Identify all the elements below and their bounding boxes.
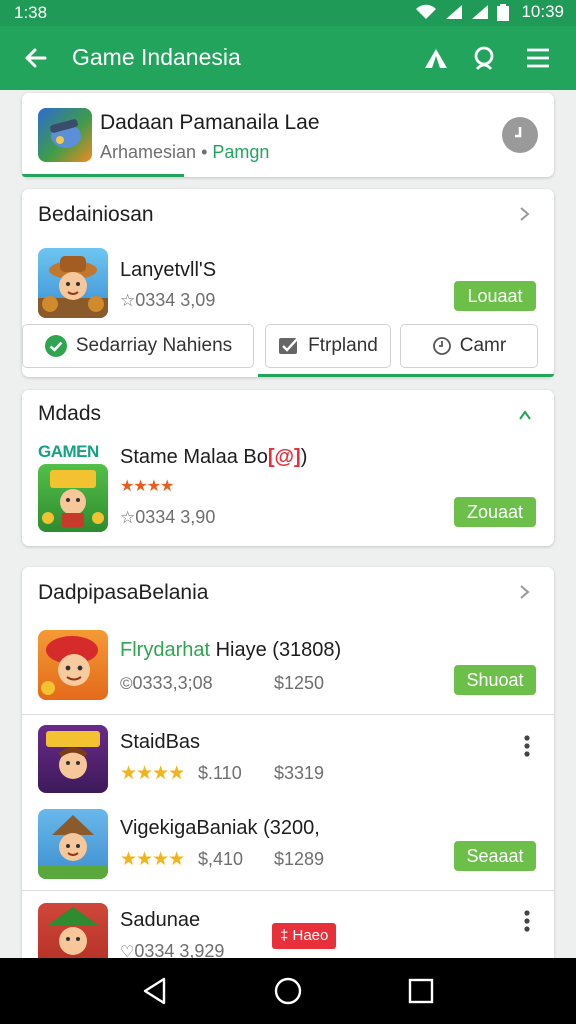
- app-meta: ©0333,3;08: [120, 673, 213, 694]
- section-title: Bedainiosan: [38, 203, 154, 226]
- star-rating-icon: ★★★★: [120, 763, 185, 784]
- chip-filter[interactable]: Sedarriay Nahiens: [22, 324, 254, 368]
- status-bar: 1:38 10:39: [0, 0, 576, 26]
- app-icon: [38, 464, 108, 532]
- app-meta: ☆0334 3,90: [120, 507, 215, 528]
- app-name: Flrydarhat Hiaye (31808): [120, 639, 341, 662]
- download-button[interactable]: Shuoat: [454, 665, 536, 695]
- app-price: $3319: [274, 763, 325, 783]
- search-icon[interactable]: [466, 40, 502, 76]
- chevron-up-right-icon[interactable]: [516, 406, 534, 424]
- download-button[interactable]: Zouaat: [454, 497, 536, 527]
- app-name: Sadunae: [120, 909, 201, 931]
- chip-filter[interactable]: Camr: [400, 324, 538, 368]
- clock-icon[interactable]: [502, 117, 538, 153]
- nav-back-icon[interactable]: [140, 976, 170, 1006]
- app-icon: [38, 903, 108, 962]
- more-vert-icon[interactable]: [524, 910, 530, 932]
- divider: [22, 714, 554, 715]
- download-button[interactable]: Seaaat: [454, 841, 536, 871]
- progress-indicator: [258, 374, 554, 377]
- separator: •: [201, 142, 208, 162]
- app-icon: [38, 725, 108, 793]
- section-card-2: Mdads GAMEN Stame Malaa Bo[@]) ★★★★ ☆033…: [22, 390, 554, 546]
- status-clock: 10:39: [521, 2, 564, 21]
- star-rating-icon: ★★★★: [120, 849, 185, 870]
- featured-app-card[interactable]: Dadaan Pamanaila Lae Arhamesian • Pamgn: [22, 93, 554, 177]
- section-title: Mdads: [38, 402, 102, 425]
- page-title: Game Indanesia: [72, 44, 241, 70]
- app-name-suffix: ): [300, 446, 308, 468]
- nav-home-icon[interactable]: [273, 976, 303, 1006]
- section-card-3: DadpipasaBelania Flrydarhat Hiaye (31808…: [22, 567, 554, 962]
- app-name: Stame Malaa Bo[@]): [120, 446, 307, 469]
- app-name-text: Hiaye (31808): [210, 639, 342, 661]
- tent-icon[interactable]: [418, 40, 454, 76]
- chevron-right-icon[interactable]: [516, 583, 534, 601]
- wifi-icon: [416, 4, 437, 19]
- app-icon: [38, 630, 108, 700]
- battery-icon: [497, 3, 510, 21]
- star-outline-icon: ☆: [120, 291, 136, 310]
- signal-icon: [472, 5, 489, 19]
- chip-label: Ftrpland: [308, 335, 378, 356]
- app-icon-label: GAMEN: [38, 442, 99, 461]
- checkbox-icon: [279, 337, 300, 354]
- featured-app-subtitle: Arhamesian • Pamgn: [100, 142, 269, 163]
- chip-label: Camr: [459, 335, 507, 356]
- nav-recents-icon[interactable]: [406, 976, 436, 1006]
- arrow-back-icon[interactable]: [18, 40, 54, 76]
- app-meta: ☆0334 3,09: [120, 290, 215, 311]
- app-price: $1250: [274, 673, 325, 693]
- app-bar: Game Indanesia: [0, 26, 576, 90]
- app-meta-text: 0334 3,90: [135, 507, 216, 527]
- app-price: $1289: [274, 849, 325, 869]
- divider: [22, 890, 554, 891]
- app-name-text: Stame Malaa Bo: [120, 446, 268, 468]
- chip-label: Sedarriay Nahiens: [75, 335, 233, 356]
- app-icon: [38, 809, 108, 879]
- menu-icon[interactable]: [520, 40, 556, 76]
- featured-subtitle-text: Arhamesian: [100, 142, 197, 162]
- app-name: StaidBas: [120, 731, 201, 753]
- featured-app-name: Dadaan Pamanaila Lae: [100, 111, 320, 134]
- app-meta-text: 0334 3,09: [135, 290, 216, 310]
- app-name-highlight: Flrydarhat: [120, 639, 211, 661]
- chevron-right-icon[interactable]: [516, 205, 534, 223]
- signal-icon: [446, 5, 463, 19]
- download-button[interactable]: Louaat: [454, 281, 536, 311]
- star-outline-icon: ☆: [120, 508, 136, 527]
- chip-filter[interactable]: Ftrpland: [265, 324, 391, 368]
- sale-badge: ‡ Haeo: [272, 923, 337, 949]
- clock-icon: ©: [120, 674, 133, 693]
- featured-tag: Pamgn: [212, 142, 270, 162]
- app-rating-text: $,410: [198, 849, 244, 869]
- app-icon: [38, 248, 108, 318]
- system-nav-bar: [0, 958, 576, 1024]
- section-card-1: Bedainiosan Lanyetvll'S ☆0334 3,09 Louaa…: [22, 189, 554, 377]
- star-rating-icon: ★★★★: [120, 478, 174, 495]
- app-icon: [38, 108, 92, 162]
- app-rating-text: $.110: [198, 763, 242, 783]
- progress-indicator: [22, 174, 184, 177]
- clock-icon: [432, 337, 451, 355]
- app-name: VigekigaBaniak (3200,: [120, 817, 320, 839]
- check-circle-icon: [44, 335, 67, 357]
- more-vert-icon[interactable]: [524, 735, 530, 757]
- status-time: 1:38: [14, 3, 48, 22]
- section-title: DadpipasaBelania: [38, 581, 209, 604]
- app-name-badge: [@]: [267, 446, 301, 468]
- app-name: Lanyetvll'S: [120, 259, 217, 281]
- app-meta-text: 0333,3;08: [132, 673, 213, 693]
